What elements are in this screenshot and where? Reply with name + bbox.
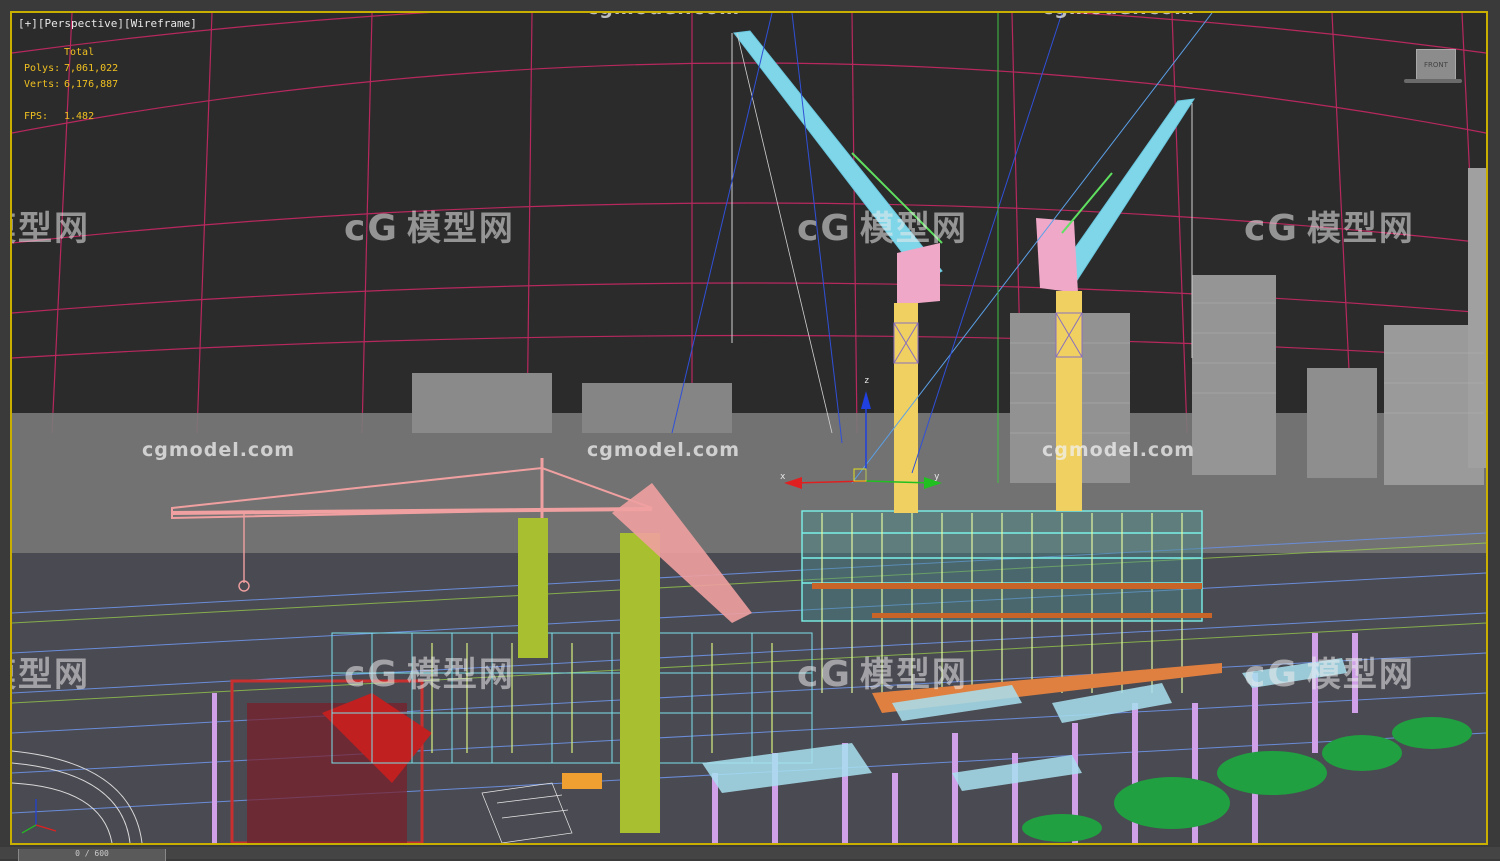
watermark-url: cgmodel.com bbox=[142, 439, 296, 461]
watermark-url: cgmodel.com bbox=[1042, 13, 1195, 19]
fps-value: 1.482 bbox=[64, 111, 95, 122]
wireframe-scene[interactable]: x y z bbox=[12, 13, 1486, 843]
viewport-menu-button[interactable]: [+] bbox=[18, 17, 38, 30]
time-slider[interactable]: 0 / 600 bbox=[18, 849, 166, 861]
watermark-logo: 模型网 bbox=[12, 655, 90, 695]
polys-label: Polys: bbox=[24, 63, 61, 74]
gizmo-y-label: y bbox=[934, 472, 940, 482]
verts-label: Verts: bbox=[24, 79, 61, 90]
view-type-menu[interactable]: [Perspective] bbox=[38, 17, 124, 30]
scene-statistics: Total Polys: 7,061,022 Verts: 6,176,887 … bbox=[24, 45, 118, 125]
gizmo-z-label: z bbox=[864, 376, 869, 386]
watermark-url: cgmodel.com bbox=[587, 439, 741, 461]
polys-value: 7,061,022 bbox=[64, 63, 119, 74]
watermark-logo: cG 模型网 bbox=[1244, 208, 1415, 249]
stats-header: Total bbox=[64, 47, 95, 58]
fps-row: FPS: 1.482 bbox=[24, 109, 118, 125]
viewcube[interactable]: FRONT bbox=[1416, 49, 1456, 81]
watermark-logo: 模型网 bbox=[12, 209, 90, 249]
watermark-logo: cG 模型网 bbox=[344, 654, 515, 695]
watermark-logo: cG 模型网 bbox=[797, 654, 968, 695]
perspective-viewport[interactable]: x y z 模型网 cG模型网 cG模型网 cG模型网 模型网 cG模型网 cG… bbox=[10, 11, 1488, 845]
bottom-bar bbox=[0, 847, 1500, 859]
verts-row: Verts: 6,176,887 bbox=[24, 77, 118, 93]
watermark-url: cgmodel.com bbox=[1042, 439, 1196, 461]
viewport-label: [+][Perspective][Wireframe] bbox=[18, 17, 197, 30]
gizmo-x-label: x bbox=[780, 472, 786, 482]
viewcube-compass[interactable] bbox=[1404, 79, 1462, 83]
polys-row: Polys: 7,061,022 bbox=[24, 61, 118, 77]
watermark-url: cgmodel.com bbox=[587, 13, 740, 19]
verts-value: 6,176,887 bbox=[64, 79, 119, 90]
fps-label: FPS: bbox=[24, 111, 49, 122]
shading-mode-menu[interactable]: [Wireframe] bbox=[124, 17, 197, 30]
watermark-logo: cG 模型网 bbox=[344, 208, 515, 249]
watermark-logo: cG 模型网 bbox=[797, 208, 968, 249]
watermark-logo: cG 模型网 bbox=[1244, 654, 1415, 695]
